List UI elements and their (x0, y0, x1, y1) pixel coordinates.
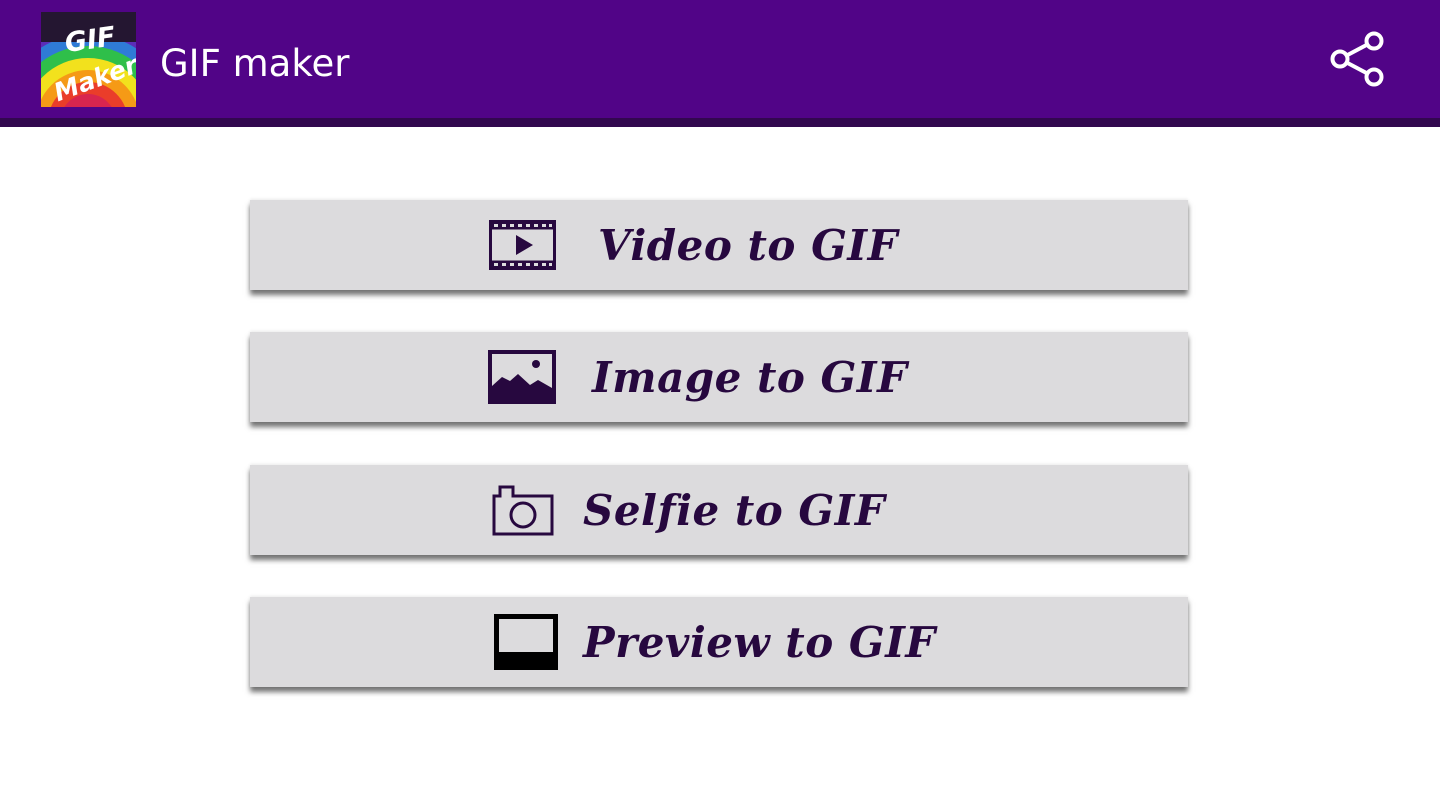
image-icon (488, 332, 556, 422)
preview-icon (494, 597, 558, 687)
share-button[interactable] (1326, 30, 1388, 88)
camera-icon (492, 465, 554, 555)
app-bar: GIF Maker GIF maker (0, 0, 1440, 127)
selfie-to-gif-label: Selfie to GIF (583, 485, 886, 535)
preview-to-gif-label: Preview to GIF (583, 617, 936, 667)
image-to-gif-label: Image to GIF (592, 352, 908, 402)
video-icon (489, 200, 556, 290)
image-to-gif-button[interactable]: Image to GIF (250, 332, 1188, 422)
app-title: GIF maker (160, 42, 350, 85)
share-icon (1330, 31, 1384, 87)
video-to-gif-label: Video to GIF (598, 220, 898, 270)
video-to-gif-button[interactable]: Video to GIF (250, 200, 1188, 290)
gif-maker-logo-icon: GIF Maker (41, 12, 136, 107)
selfie-to-gif-button[interactable]: Selfie to GIF (250, 465, 1188, 555)
preview-to-gif-button[interactable]: Preview to GIF (250, 597, 1188, 687)
